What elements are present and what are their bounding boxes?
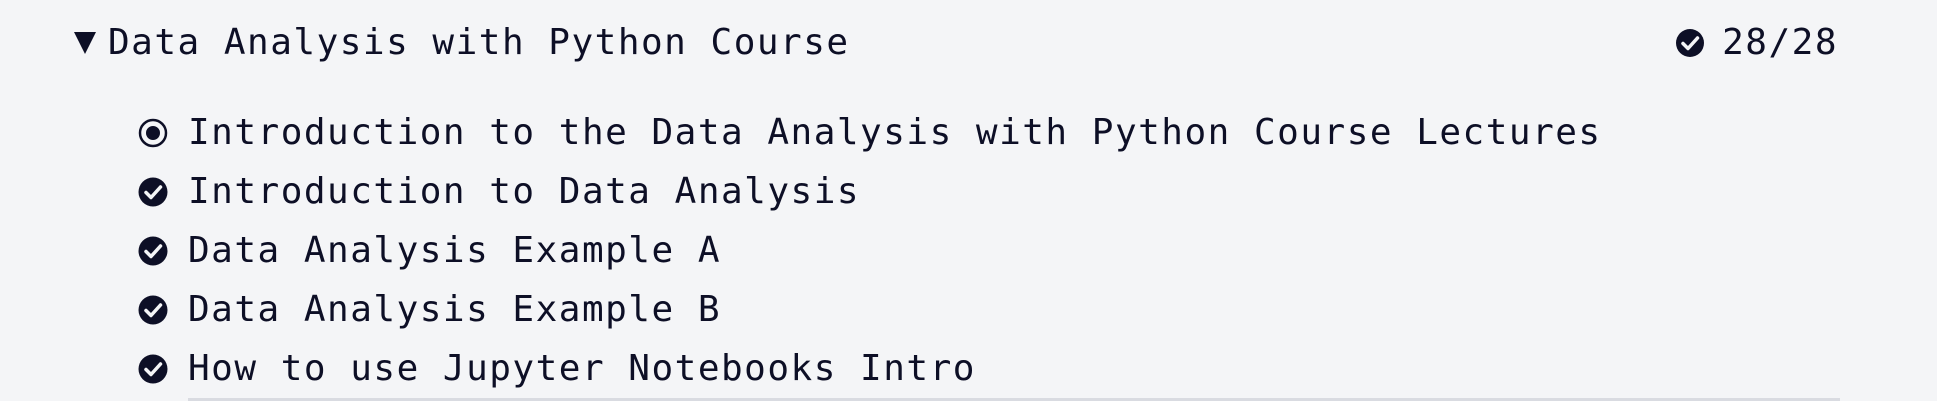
current-radio-icon: [138, 118, 168, 148]
course-block-header[interactable]: Data Analysis with Python Course 28/28: [72, 18, 1838, 68]
check-circle-icon: [138, 354, 168, 384]
course-title: Data Analysis with Python Course: [108, 22, 850, 63]
check-circle-icon: [138, 236, 168, 266]
check-circle-icon: [138, 177, 168, 207]
progress-count: 28/28: [1722, 22, 1838, 63]
lesson-title: How to use Jupyter Notebooks Intro: [188, 347, 976, 389]
lesson-item[interactable]: Introduction to the Data Analysis with P…: [138, 103, 1838, 162]
lesson-list: Introduction to the Data Analysis with P…: [138, 103, 1838, 398]
lesson-title: Introduction to the Data Analysis with P…: [188, 111, 1602, 153]
lesson-item[interactable]: How to use Jupyter Notebooks Intro: [138, 339, 1838, 398]
lesson-title: Data Analysis Example B: [188, 288, 721, 330]
lesson-item[interactable]: Data Analysis Example A: [138, 221, 1838, 280]
check-circle-icon: [138, 295, 168, 325]
lesson-item[interactable]: Introduction to Data Analysis: [138, 162, 1838, 221]
lesson-item[interactable]: Data Analysis Example B: [138, 280, 1838, 339]
check-circle-icon: [1676, 29, 1705, 57]
course-block: Data Analysis with Python Course 28/28 I…: [0, 0, 1937, 401]
course-progress: 28/28: [1676, 18, 1838, 68]
lesson-title: Introduction to Data Analysis: [188, 170, 861, 212]
lesson-title: Data Analysis Example A: [188, 229, 721, 271]
triangle-down-icon: [72, 30, 98, 56]
